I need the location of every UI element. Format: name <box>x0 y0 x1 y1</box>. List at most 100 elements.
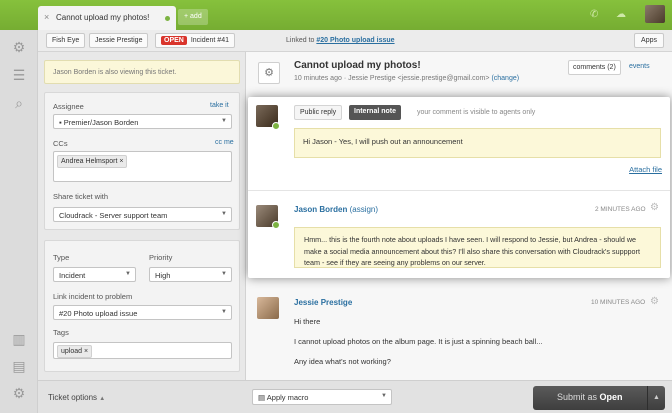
comment-textarea[interactable]: Hi Jason - Yes, I will push out an annou… <box>294 128 661 158</box>
properties-panel: Type Priority Incident ▼ High ▼ Link incid… <box>44 240 240 372</box>
gear-icon[interactable]: ⚙ <box>650 202 659 213</box>
comment-author[interactable]: Jason Borden (assign) <box>294 205 378 214</box>
org-button[interactable]: Fish Eye <box>46 33 86 48</box>
agent-badge-icon <box>272 122 280 130</box>
comment-line: I cannot upload photos on the album page… <box>294 337 543 346</box>
ccs-field[interactable]: Andrea Helmsport × <box>53 151 232 182</box>
comment-author[interactable]: Jessie Prestige <box>294 298 352 307</box>
ticket-requester: Jessie Prestige <box>348 75 396 82</box>
submit-button[interactable]: Submit as Open ▲ <box>533 386 665 410</box>
ccs-label: CCs <box>53 139 68 148</box>
left-nav: ⚙ ☰ ⌕ ▥ ▤ ⚙ <box>0 30 38 413</box>
events-tab[interactable]: events <box>629 63 650 70</box>
add-tab-button[interactable]: + add <box>178 9 208 25</box>
incident-label: Incident #41 <box>190 37 229 44</box>
share-value: Cloudrack - Server support team <box>59 211 168 220</box>
assignee-select[interactable]: ▪ Premier/Jason Borden ▼ <box>53 114 232 129</box>
internal-note-tab[interactable]: Internal note <box>349 105 402 120</box>
take-it-link[interactable]: take it <box>210 102 229 109</box>
comment-line: Hi there <box>294 317 321 326</box>
ticket-options-menu[interactable]: Ticket options ▲ <box>48 393 105 402</box>
chat-icon[interactable]: ☁ <box>616 9 626 20</box>
internal-note-body: Hmm... this is the fourth note about upl… <box>294 227 661 268</box>
type-value: Incident <box>59 271 86 280</box>
agent-badge-icon <box>272 221 280 229</box>
tag-chip-label: upload <box>61 348 83 355</box>
tag-chip[interactable]: upload × <box>57 345 93 358</box>
list-icon[interactable]: ☰ <box>10 66 28 84</box>
assignee-value: Premier/Jason Borden <box>63 118 139 127</box>
phone-icon[interactable]: ✆ <box>590 9 598 20</box>
incident-button[interactable]: OPEN Incident #41 <box>155 33 235 48</box>
link-problem-label: Link incident to problem <box>53 292 133 301</box>
composer-overlay: Public reply Internal note your comment … <box>248 97 670 278</box>
settings-icon[interactable]: ⚙ <box>10 384 28 402</box>
apply-macro-select[interactable]: ▤ Apply macro ▼ <box>252 389 392 405</box>
cc-me-link[interactable]: cc me <box>215 139 234 146</box>
chevron-down-icon: ▼ <box>221 309 227 315</box>
comment-line: Any idea what's not working? <box>294 357 391 366</box>
cc-tag[interactable]: Andrea Helmsport × <box>57 155 128 168</box>
close-icon[interactable]: × <box>44 12 49 22</box>
report-icon[interactable]: ▤ <box>10 357 28 375</box>
remove-icon[interactable]: × <box>119 158 123 165</box>
ticket-sidebar: Jason Borden is also viewing this ticket… <box>38 52 246 380</box>
public-reply-tab[interactable]: Public reply <box>294 105 343 120</box>
gear-icon[interactable]: ⚙ <box>650 296 659 307</box>
linked-info: Linked to #20 Photo upload issue <box>286 37 395 44</box>
chevron-down-icon: ▼ <box>221 118 227 124</box>
apps-button[interactable]: Apps <box>634 33 664 48</box>
assign-link[interactable]: (assign) <box>350 205 378 214</box>
ticket-subject: Cannot upload my photos! <box>294 60 421 71</box>
status-dot-icon <box>165 16 170 21</box>
comments-tab[interactable]: comments (2) <box>568 60 621 75</box>
bottom-bar: Ticket options ▲ ▤ Apply macro ▼ Submit a… <box>38 380 672 413</box>
separator: · <box>343 75 347 82</box>
priority-value: High <box>155 271 171 280</box>
requester-email: <jessie.prestige@gmail.com> <box>397 75 490 82</box>
gear-icon[interactable]: ⚙ <box>10 38 28 56</box>
link-problem-value: #20 Photo upload issue <box>59 309 138 318</box>
user-avatar[interactable] <box>645 5 665 23</box>
chevron-down-icon: ▼ <box>381 393 387 399</box>
tab-title: Cannot upload my photos! <box>56 13 150 22</box>
assignment-panel: Assignee take it ▪ Premier/Jason Borden ▼… <box>44 92 240 230</box>
assignee-label: Assignee <box>53 102 84 111</box>
author-name[interactable]: Jason Borden <box>294 205 347 214</box>
change-requester-link[interactable]: (change) <box>491 75 519 82</box>
chart-icon[interactable]: ▥ <box>10 330 28 348</box>
search-icon[interactable]: ⌕ <box>10 94 28 112</box>
chevron-down-icon: ▼ <box>221 271 227 277</box>
comment-time: 2 MINUTES AGO <box>595 206 646 213</box>
ticket-options-label: Ticket options <box>48 393 98 402</box>
submit-status: Open <box>599 392 623 402</box>
priority-select[interactable]: High ▼ <box>149 267 232 282</box>
chevron-down-icon: ▼ <box>125 271 131 277</box>
ticket-time: 10 minutes ago <box>294 75 342 82</box>
avatar <box>257 297 279 319</box>
gear-icon[interactable]: ⚙ <box>258 62 280 84</box>
priority-label: Priority <box>149 253 173 262</box>
share-select[interactable]: Cloudrack - Server support team ▼ <box>53 207 232 222</box>
remove-icon[interactable]: × <box>84 348 88 355</box>
chevron-up-icon: ▲ <box>99 396 106 402</box>
chevron-up-icon[interactable]: ▲ <box>647 386 665 410</box>
link-problem-select[interactable]: #20 Photo upload issue ▼ <box>53 305 232 320</box>
type-label: Type <box>53 253 70 262</box>
share-label: Share ticket with <box>53 192 109 201</box>
viewing-notice: Jason Borden is also viewing this ticket… <box>44 60 240 84</box>
top-bar: × Cannot upload my photos! + add ✆ ☁ <box>0 0 672 30</box>
submit-prefix: Submit as <box>557 392 598 402</box>
linked-problem-link[interactable]: #20 Photo upload issue <box>316 37 394 44</box>
apply-macro-label: Apply macro <box>266 393 309 402</box>
comment-time: 10 MINUTES AGO <box>591 299 646 306</box>
divider <box>248 190 670 191</box>
type-select[interactable]: Incident ▼ <box>53 267 136 282</box>
requester-button[interactable]: Jessie Prestige <box>89 33 149 48</box>
visibility-hint: your comment is visible to agents only <box>417 109 536 116</box>
linked-prefix: Linked to <box>286 37 315 44</box>
chevron-down-icon: ▼ <box>221 211 227 217</box>
attach-file-link[interactable]: Attach file <box>629 165 662 174</box>
ticket-tab[interactable]: × Cannot upload my photos! <box>38 6 176 30</box>
tags-field[interactable]: upload × <box>53 342 232 359</box>
